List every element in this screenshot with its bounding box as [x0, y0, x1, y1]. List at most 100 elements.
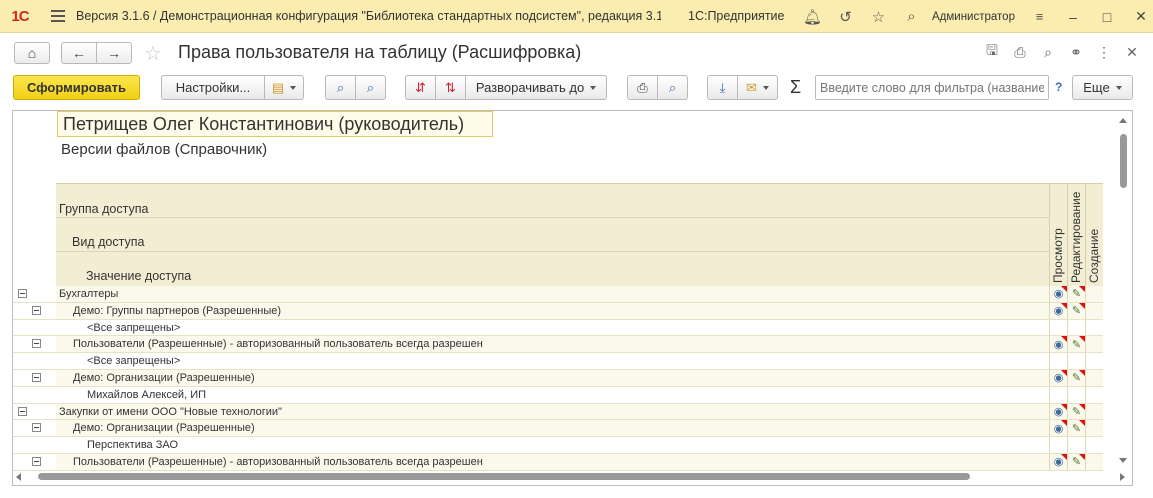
rights-cell-create[interactable] [1085, 302, 1103, 319]
rights-cell-view[interactable] [1049, 319, 1067, 336]
rights-cell-create[interactable] [1085, 386, 1103, 403]
scroll-up-icon[interactable] [1119, 118, 1127, 123]
find-button[interactable]: ⌕ [325, 75, 356, 100]
star-icon[interactable]: ☆ [862, 0, 895, 33]
rights-cell-edit[interactable] [1067, 437, 1085, 453]
tree-collapse-icon[interactable] [32, 423, 41, 433]
table-row[interactable]: Закупки от имени ООО "Новые технологии" ◉… [13, 403, 1103, 421]
vertical-scrollbar[interactable] [1117, 114, 1129, 470]
help-icon[interactable]: ? [1055, 80, 1062, 94]
more-button[interactable]: Еще [1072, 75, 1133, 100]
table-row[interactable]: Демо: Организации (Разрешенные) ◉ ✎ [13, 369, 1103, 387]
rights-cell-create[interactable] [1085, 286, 1103, 302]
close-window-button[interactable]: ✕ [1124, 0, 1153, 33]
maximize-button[interactable]: □ [1090, 0, 1124, 33]
forward-button[interactable]: → [96, 42, 132, 64]
rights-cell-view[interactable] [1049, 437, 1067, 453]
rights-cell-create[interactable] [1085, 453, 1103, 470]
bell-icon[interactable]: 🔔︎ [796, 0, 829, 33]
scroll-right-icon[interactable] [1120, 473, 1125, 481]
rights-cell-view[interactable]: ◉ [1049, 403, 1067, 420]
row-label: Михайлов Алексей, ИП [87, 388, 207, 401]
vertical-scroll-thumb[interactable] [1120, 134, 1127, 188]
rights-cell-view[interactable]: ◉ [1049, 369, 1067, 386]
rights-cell-create[interactable] [1085, 353, 1103, 369]
tree-collapse-icon[interactable] [32, 456, 41, 466]
find-next-button[interactable]: ⌕ [355, 75, 386, 100]
print-button[interactable]: ⎙ [627, 75, 658, 100]
back-button[interactable]: ← [61, 42, 97, 64]
scroll-down-icon[interactable] [1119, 458, 1127, 463]
favorite-star-icon[interactable]: ☆ [144, 41, 162, 66]
table-row[interactable]: Демо: Группы партнеров (Разрешенные) ◉ ✎ [13, 302, 1103, 320]
rights-cell-edit[interactable]: ✎ [1067, 420, 1085, 437]
tree-collapse-icon[interactable] [18, 289, 27, 298]
rights-cell-edit[interactable] [1067, 319, 1085, 336]
close-form-icon[interactable]: ✕ [1119, 40, 1145, 64]
rights-cell-create[interactable] [1085, 336, 1103, 353]
table-row[interactable]: Пользователи (Разрешенные) - авторизован… [13, 336, 1103, 354]
rights-cell-create[interactable] [1085, 369, 1103, 386]
main-menu-icon[interactable] [40, 0, 76, 33]
rights-cell-edit[interactable]: ✎ [1067, 286, 1085, 302]
rights-cell-edit[interactable]: ✎ [1067, 453, 1085, 470]
rights-cell-edit[interactable]: ✎ [1067, 302, 1085, 319]
rights-cell-edit[interactable]: ✎ [1067, 369, 1085, 386]
save-icon[interactable]: 🖫︎ [979, 40, 1005, 64]
variants-button[interactable]: ▤ [264, 75, 304, 100]
expand-button[interactable]: ⇅ [435, 75, 466, 100]
table-row[interactable]: Демо: Организации (Разрешенные) ◉ ✎ [13, 420, 1103, 438]
settings-button[interactable]: Настройки... [161, 75, 265, 100]
rights-cell-view[interactable]: ◉ [1049, 286, 1067, 302]
table-row[interactable]: Бухгалтеры ◉ ✎ [13, 286, 1103, 303]
row-rights-cells [1049, 386, 1103, 403]
home-button[interactable]: ⌂ [14, 42, 50, 64]
report-spreadsheet[interactable]: Петрищев Олег Константинович (руководите… [12, 110, 1133, 486]
rights-cell-view[interactable] [1049, 386, 1067, 403]
rights-cell-create[interactable] [1085, 319, 1103, 336]
preview-icon[interactable]: ⌕ [1035, 40, 1061, 64]
rights-cell-create[interactable] [1085, 420, 1103, 437]
print-preview-button[interactable]: ⌕ [657, 75, 688, 100]
sum-icon[interactable]: Σ [790, 77, 801, 98]
print-icon[interactable]: ⎙ [1007, 40, 1033, 64]
rights-cell-edit[interactable] [1067, 386, 1085, 403]
table-row[interactable]: Михайлов Алексей, ИП [13, 386, 1103, 404]
save-file-button[interactable]: ⤓ [707, 75, 738, 100]
settings-icon[interactable]: ≡ [1023, 0, 1056, 33]
tree-collapse-icon[interactable] [18, 406, 27, 416]
table-row[interactable]: <Все запрещены> [13, 353, 1103, 370]
rights-cell-edit[interactable]: ✎ [1067, 336, 1085, 353]
horizontal-scrollbar[interactable] [12, 471, 1133, 483]
table-row[interactable]: <Все запрещены> [13, 319, 1103, 337]
tree-collapse-icon[interactable] [32, 372, 41, 382]
rights-cell-view[interactable]: ◉ [1049, 302, 1067, 319]
rights-cell-view[interactable]: ◉ [1049, 453, 1067, 470]
collapse-button[interactable]: ⇵ [405, 75, 436, 100]
scroll-left-icon[interactable] [16, 473, 21, 481]
more-menu-icon[interactable]: ⋮ [1091, 40, 1117, 64]
tree-collapse-icon[interactable] [32, 305, 41, 315]
minimize-button[interactable]: – [1056, 0, 1090, 33]
tree-collapse-icon[interactable] [32, 339, 41, 349]
rights-cell-create[interactable] [1085, 437, 1103, 453]
table-row[interactable]: Перспектива ЗАО [13, 437, 1103, 454]
expand-to-dropdown[interactable]: Разворачивать до [465, 75, 607, 100]
rights-cell-view[interactable] [1049, 353, 1067, 369]
send-email-button[interactable]: ✉ [737, 75, 778, 100]
rights-cell-edit[interactable] [1067, 353, 1085, 369]
filter-input[interactable] [815, 75, 1049, 100]
user-name[interactable]: Администратор [932, 11, 1015, 23]
table-row[interactable]: Пользователи (Разрешенные) - авторизован… [13, 453, 1103, 471]
search-icon[interactable]: ⌕ [895, 0, 928, 33]
rights-cell-view[interactable]: ◉ [1049, 336, 1067, 353]
generate-button[interactable]: Сформировать [13, 75, 140, 100]
link-icon[interactable]: ⚭ [1063, 40, 1089, 64]
row-rights-cells: ◉ ✎ [1049, 420, 1103, 437]
form-actions: 🖫︎ ⎙ ⌕ ⚭ ⋮ ✕ [979, 40, 1145, 64]
horizontal-scroll-thumb[interactable] [38, 473, 970, 480]
rights-cell-view[interactable]: ◉ [1049, 420, 1067, 437]
rights-cell-edit[interactable]: ✎ [1067, 403, 1085, 420]
rights-cell-create[interactable] [1085, 403, 1103, 420]
history-icon[interactable]: ↺ [829, 0, 862, 33]
